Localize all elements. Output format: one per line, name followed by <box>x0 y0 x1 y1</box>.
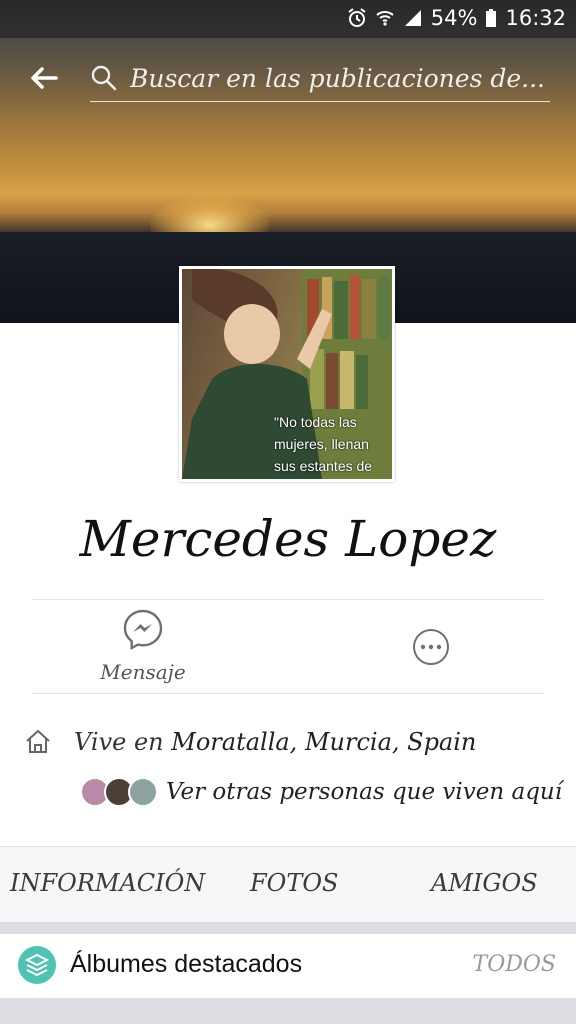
friend-avatar <box>128 777 158 807</box>
profile-name: Mercedes Lopez <box>79 510 497 568</box>
lives-prefix: Vive en <box>74 728 172 756</box>
back-arrow-icon[interactable] <box>26 60 62 96</box>
albums-title: Álbumes destacados <box>70 950 303 978</box>
message-button[interactable]: Mensaje <box>98 608 188 684</box>
lives-in-text: Vive en Moratalla, Murcia, Spain <box>74 728 476 756</box>
quote-line: mujeres, llenan <box>274 436 369 452</box>
stack-icon <box>24 953 50 977</box>
alarm-icon <box>348 8 366 27</box>
battery-percent: 54% <box>430 6 478 30</box>
tab-amigos[interactable]: AMIGOS <box>431 869 538 897</box>
quote-line: sus estantes de <box>274 458 373 474</box>
wifi-icon <box>376 11 394 26</box>
lives-place[interactable]: Moratalla, Murcia, Spain <box>171 728 476 756</box>
profile-picture-image: "No todas las mujeres, llenan sus estant… <box>182 269 392 479</box>
section-gap <box>0 998 576 1024</box>
lives-in-row[interactable]: Vive en Moratalla, Murcia, Spain <box>24 728 476 756</box>
see-all-albums-button[interactable]: TODOS <box>473 952 556 977</box>
tab-fotos[interactable]: FOTOS <box>250 869 338 897</box>
tab-informacion[interactable]: INFORMACIÓN <box>10 869 205 897</box>
search-icon <box>91 65 117 91</box>
home-icon <box>26 729 50 753</box>
search-input[interactable]: Buscar en las publicaciones de... <box>90 55 550 102</box>
more-options-icon[interactable] <box>412 628 450 666</box>
divider <box>32 599 544 600</box>
see-others-row[interactable]: Ver otras personas que viven aquí <box>80 777 562 807</box>
battery-icon <box>486 9 497 27</box>
clock: 16:32 <box>505 6 566 30</box>
search-placeholder: Buscar en las publicaciones de... <box>130 63 545 93</box>
divider <box>32 693 544 694</box>
albums-icon <box>18 946 56 984</box>
featured-albums-header: Álbumes destacados TODOS <box>0 934 576 998</box>
section-gap <box>0 922 576 934</box>
profile-picture[interactable]: "No todas las mujeres, llenan sus estant… <box>179 266 395 482</box>
message-label: Mensaje <box>100 660 186 684</box>
signal-icon <box>404 10 421 26</box>
see-others-text: Ver otras personas que viven aquí <box>166 779 563 805</box>
quote-line: "No todas las <box>274 414 357 430</box>
messenger-icon <box>123 609 163 651</box>
picture-quote: "No todas las mujeres, llenan sus estant… <box>274 411 372 477</box>
status-bar: 54% 16:32 <box>0 0 576 38</box>
profile-tabs: INFORMACIÓN FOTOS AMIGOS <box>0 846 576 923</box>
